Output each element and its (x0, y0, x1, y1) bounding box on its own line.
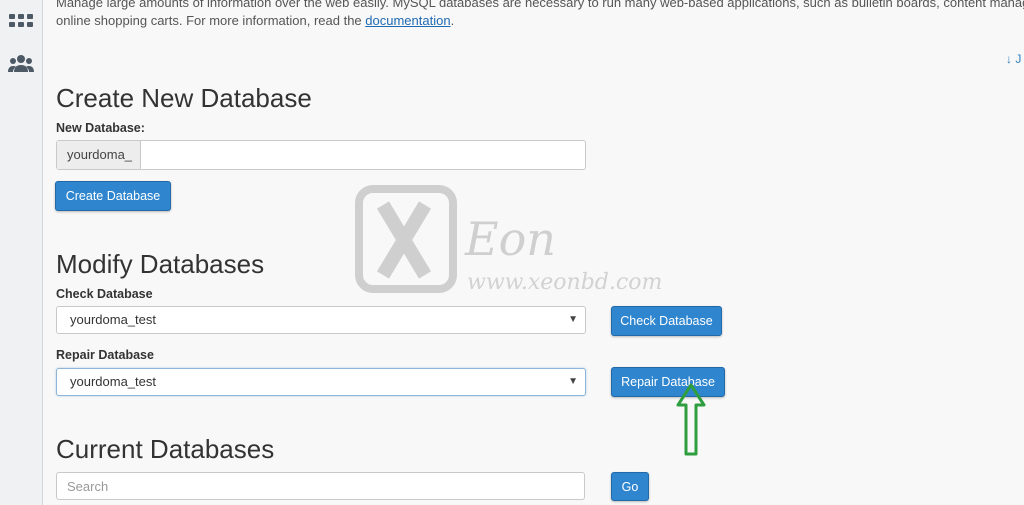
intro-line-2: online shopping carts. For more informat… (56, 12, 1024, 30)
jump-to-link[interactable]: ↓ J (1006, 52, 1021, 66)
users-icon[interactable] (8, 52, 34, 78)
create-database-button[interactable]: Create Database (55, 181, 171, 211)
repair-database-select[interactable]: yourdoma_test ▼ (56, 368, 586, 396)
check-database-selected: yourdoma_test (70, 312, 156, 327)
documentation-link[interactable]: documentation (365, 13, 450, 28)
repair-database-label: Repair Database (56, 348, 154, 362)
apps-grid-icon[interactable] (8, 10, 34, 36)
intro-line-2-end: . (450, 13, 455, 28)
new-database-input-group: yourdoma_ (56, 140, 586, 170)
new-database-label: New Database: (56, 121, 145, 135)
go-button[interactable]: Go (611, 472, 649, 501)
chevron-down-icon: ▼ (568, 376, 578, 387)
modify-databases-title: Modify Databases (56, 249, 265, 279)
repair-database-button[interactable]: Repair Database (611, 367, 725, 397)
intro-line-2-text: online shopping carts. For more informat… (56, 13, 366, 28)
chevron-down-icon: ▼ (568, 314, 578, 325)
new-database-input[interactable] (141, 141, 585, 169)
create-database-title: Create New Database (56, 83, 312, 113)
check-database-select[interactable]: yourdoma_test ▼ (56, 306, 586, 334)
intro-line-1: Manage large amounts of information over… (56, 0, 1024, 10)
check-database-label: Check Database (56, 287, 153, 301)
check-database-button[interactable]: Check Database (611, 306, 722, 336)
sidebar (0, 0, 43, 505)
search-input[interactable] (56, 472, 585, 500)
repair-database-selected: yourdoma_test (70, 374, 156, 389)
up-arrow-annotation-icon (676, 383, 706, 456)
database-prefix: yourdoma_ (57, 141, 141, 169)
current-databases-title: Current Databases (56, 434, 275, 464)
intro-text: Manage large amounts of information over… (56, 0, 1024, 30)
